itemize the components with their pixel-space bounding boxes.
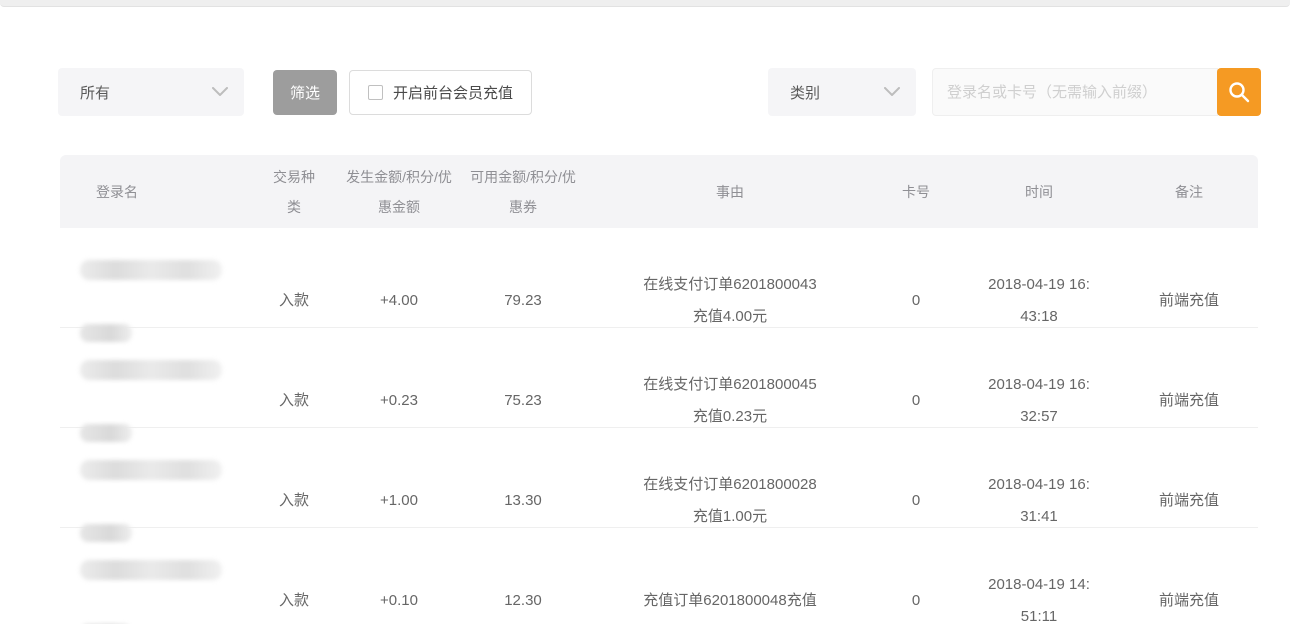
col-header-login: 登录名 bbox=[60, 177, 250, 207]
cell-amount: +0.23 bbox=[338, 385, 460, 417]
cell-available: 75.23 bbox=[460, 385, 586, 417]
scope-select[interactable]: 所有 bbox=[58, 68, 244, 116]
table-row: 入款 +4.00 79.23 在线支付订单6201800043 充值4.00元 … bbox=[60, 228, 1258, 328]
scope-select-value: 所有 bbox=[80, 82, 110, 103]
redacted-text-blur bbox=[80, 424, 132, 442]
cell-note: 前端充值 bbox=[1120, 485, 1258, 517]
filter-button[interactable]: 筛选 bbox=[273, 70, 337, 115]
redacted-text-blur bbox=[80, 360, 222, 380]
cell-card: 0 bbox=[874, 485, 958, 517]
redacted-text-blur bbox=[80, 324, 132, 342]
cell-note: 前端充值 bbox=[1120, 285, 1258, 317]
cell-amount: +4.00 bbox=[338, 285, 460, 317]
cell-type: 入款 bbox=[250, 285, 338, 317]
category-select[interactable]: 类别 bbox=[768, 68, 916, 116]
search-input[interactable] bbox=[932, 68, 1218, 116]
cell-type: 入款 bbox=[250, 385, 338, 417]
cell-reason: 在线支付订单6201800043 充值4.00元 bbox=[586, 269, 874, 333]
cell-type: 入款 bbox=[250, 485, 338, 517]
cell-note: 前端充值 bbox=[1120, 385, 1258, 417]
col-header-card: 卡号 bbox=[874, 177, 958, 207]
cell-card: 0 bbox=[874, 385, 958, 417]
page: 所有 筛选 开启前台会员充值 类别 登录名 交易种 类 发生金额/积分/优 惠金… bbox=[0, 0, 1290, 624]
col-header-reason: 事由 bbox=[586, 177, 874, 207]
table-row: 入款 +1.00 13.30 在线支付订单6201800028 充值1.00元 … bbox=[60, 428, 1258, 528]
table-row: 入款 +0.23 75.23 在线支付订单6201800045 充值0.23元 … bbox=[60, 328, 1258, 428]
login-name-redacted bbox=[60, 528, 250, 624]
cell-card: 0 bbox=[874, 285, 958, 317]
category-select-value: 类别 bbox=[790, 82, 820, 103]
cell-amount: +1.00 bbox=[338, 485, 460, 517]
transactions-table: 登录名 交易种 类 发生金额/积分/优 惠金额 可用金额/积分/优 惠券 事由 … bbox=[60, 155, 1258, 624]
cell-available: 12.30 bbox=[460, 585, 586, 617]
redacted-text-blur bbox=[80, 460, 222, 480]
front-recharge-checkbox-label: 开启前台会员充值 bbox=[393, 82, 513, 103]
front-recharge-checkbox-group[interactable]: 开启前台会员充值 bbox=[349, 70, 532, 115]
col-header-type: 交易种 类 bbox=[250, 162, 338, 222]
col-header-time: 时间 bbox=[958, 177, 1120, 207]
redacted-text-blur bbox=[80, 260, 222, 280]
cell-time: 2018-04-19 16: 32:57 bbox=[958, 369, 1120, 433]
cell-time: 2018-04-19 16: 43:18 bbox=[958, 269, 1120, 333]
col-header-note: 备注 bbox=[1120, 177, 1258, 207]
cell-note: 前端充值 bbox=[1120, 585, 1258, 617]
chevron-down-icon bbox=[884, 87, 900, 97]
cell-card: 0 bbox=[874, 585, 958, 617]
chevron-down-icon bbox=[212, 87, 228, 97]
table-header: 登录名 交易种 类 发生金额/积分/优 惠金额 可用金额/积分/优 惠券 事由 … bbox=[60, 155, 1258, 228]
cell-reason: 充值订单6201800048充值 bbox=[586, 585, 874, 617]
cell-reason: 在线支付订单6201800028 充值1.00元 bbox=[586, 469, 874, 533]
redacted-text-blur bbox=[80, 524, 132, 542]
redacted-text-blur bbox=[80, 560, 222, 580]
magnifier-icon bbox=[1227, 80, 1251, 104]
top-edge-strip bbox=[0, 0, 1290, 7]
search-button[interactable] bbox=[1217, 68, 1261, 116]
cell-available: 79.23 bbox=[460, 285, 586, 317]
cell-amount: +0.10 bbox=[338, 585, 460, 617]
cell-time: 2018-04-19 14: 51:11 bbox=[958, 569, 1120, 624]
cell-time: 2018-04-19 16: 31:41 bbox=[958, 469, 1120, 533]
cell-available: 13.30 bbox=[460, 485, 586, 517]
col-header-available: 可用金额/积分/优 惠券 bbox=[460, 162, 586, 222]
cell-type: 入款 bbox=[250, 585, 338, 617]
cell-reason: 在线支付订单6201800045 充值0.23元 bbox=[586, 369, 874, 433]
front-recharge-checkbox[interactable] bbox=[368, 85, 383, 100]
col-header-amount: 发生金额/积分/优 惠金额 bbox=[338, 162, 460, 222]
table-row: 入款 +0.10 12.30 充值订单6201800048充值 0 2018-0… bbox=[60, 528, 1258, 624]
